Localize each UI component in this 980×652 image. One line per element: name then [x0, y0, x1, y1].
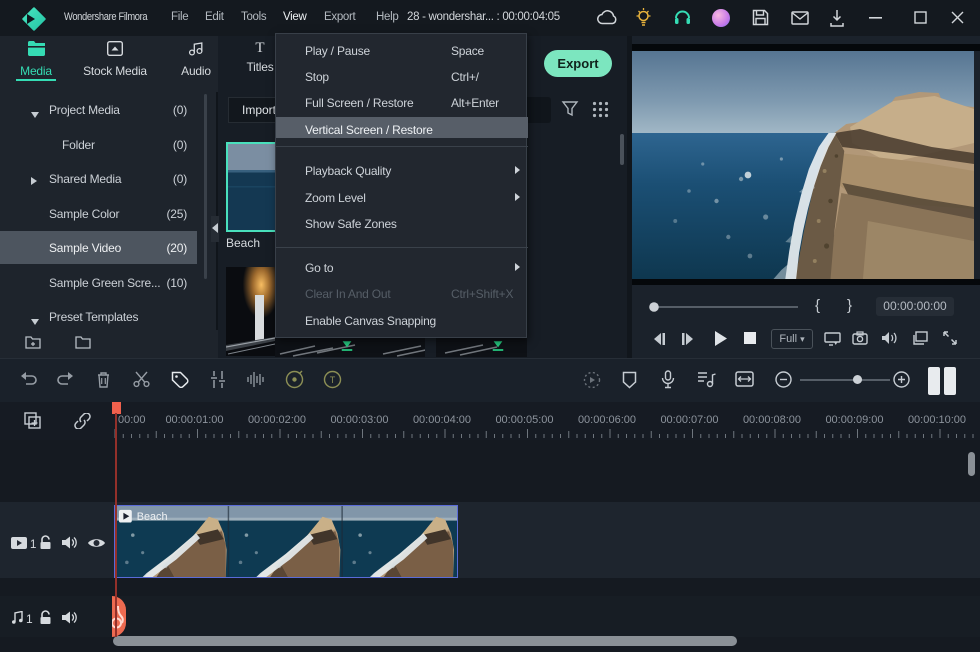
- svg-text:T: T: [330, 375, 336, 385]
- svg-text:Beach: Beach: [137, 511, 168, 523]
- svg-text:1: 1: [26, 612, 33, 624]
- svg-text:1: 1: [30, 539, 36, 550]
